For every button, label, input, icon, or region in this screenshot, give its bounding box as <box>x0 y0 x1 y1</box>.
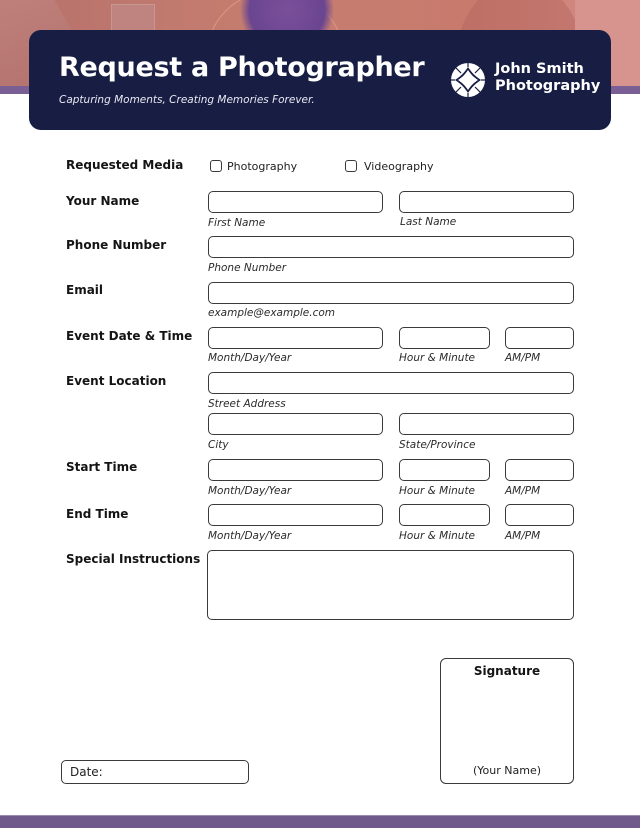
first-name-input[interactable] <box>208 191 383 213</box>
page-subtitle: Capturing Moments, Creating Memories For… <box>59 94 315 106</box>
signature-title: Signature <box>473 664 541 678</box>
state-province-hint: State/Province <box>399 439 476 451</box>
photography-checkbox-label[interactable]: Photography <box>227 160 297 173</box>
start-date-hint: Month/Day/Year <box>208 485 292 497</box>
state-province-input[interactable] <box>399 413 574 435</box>
brand-line-2: Photography <box>495 78 601 94</box>
header-card: Request a Photographer Capturing Moments… <box>29 30 611 130</box>
your-name-label: Your Name <box>66 194 140 208</box>
start-ampm-hint: AM/PM <box>505 485 541 497</box>
videography-checkbox-label[interactable]: Videography <box>364 160 434 173</box>
last-name-hint: Last Name <box>400 216 457 228</box>
street-address-hint: Street Address <box>208 398 286 410</box>
brand-name: John Smith Photography <box>495 61 600 95</box>
event-location-label: Event Location <box>66 374 167 388</box>
event-time-input[interactable] <box>399 327 490 349</box>
signature-box[interactable]: Signature (Your Name) <box>440 658 574 784</box>
city-hint: City <box>208 439 229 451</box>
end-date-input[interactable] <box>208 504 383 526</box>
event-ampm-hint: AM/PM <box>505 352 541 364</box>
end-date-hint: Month/Day/Year <box>208 530 292 542</box>
start-time-input[interactable] <box>399 459 490 481</box>
last-name-input[interactable] <box>399 191 574 213</box>
photography-checkbox[interactable] <box>210 160 222 172</box>
signature-name-placeholder: (Your Name) <box>472 764 541 777</box>
first-name-hint: First Name <box>208 217 266 229</box>
start-time-label: Start Time <box>66 460 138 474</box>
street-address-input[interactable] <box>208 372 574 394</box>
phone-number-label: Phone Number <box>66 238 167 252</box>
brand-line-1: John Smith <box>495 61 584 77</box>
videography-checkbox[interactable] <box>345 160 357 172</box>
page-title: Request a Photographer <box>59 52 425 83</box>
end-ampm-hint: AM/PM <box>505 530 541 542</box>
globe-lens-icon <box>451 63 485 97</box>
start-time-hint: Hour & Minute <box>399 485 476 497</box>
email-input[interactable] <box>208 282 574 304</box>
event-time-hint: Hour & Minute <box>399 352 476 364</box>
event-ampm-input[interactable] <box>505 327 574 349</box>
end-time-label: End Time <box>66 507 129 521</box>
special-instructions-textarea[interactable] <box>207 550 574 620</box>
end-time-hint: Hour & Minute <box>399 530 476 542</box>
date-input[interactable]: Date: <box>61 760 249 784</box>
end-time-input[interactable] <box>399 504 490 526</box>
start-ampm-input[interactable] <box>505 459 574 481</box>
start-date-input[interactable] <box>208 459 383 481</box>
email-label: Email <box>66 283 104 297</box>
event-date-input[interactable] <box>208 327 383 349</box>
phone-number-input[interactable] <box>208 236 574 258</box>
email-hint: example@example.com <box>208 307 336 319</box>
event-date-time-label: Event Date & Time <box>66 329 193 343</box>
phone-number-hint: Phone Number <box>208 262 287 274</box>
footer-bar <box>0 815 640 828</box>
city-input[interactable] <box>208 413 383 435</box>
requested-media-label: Requested Media <box>66 158 184 172</box>
date-label: Date: <box>70 765 103 779</box>
event-date-hint: Month/Day/Year <box>208 352 292 364</box>
special-instructions-label: Special Instructions <box>66 552 201 566</box>
end-ampm-input[interactable] <box>505 504 574 526</box>
